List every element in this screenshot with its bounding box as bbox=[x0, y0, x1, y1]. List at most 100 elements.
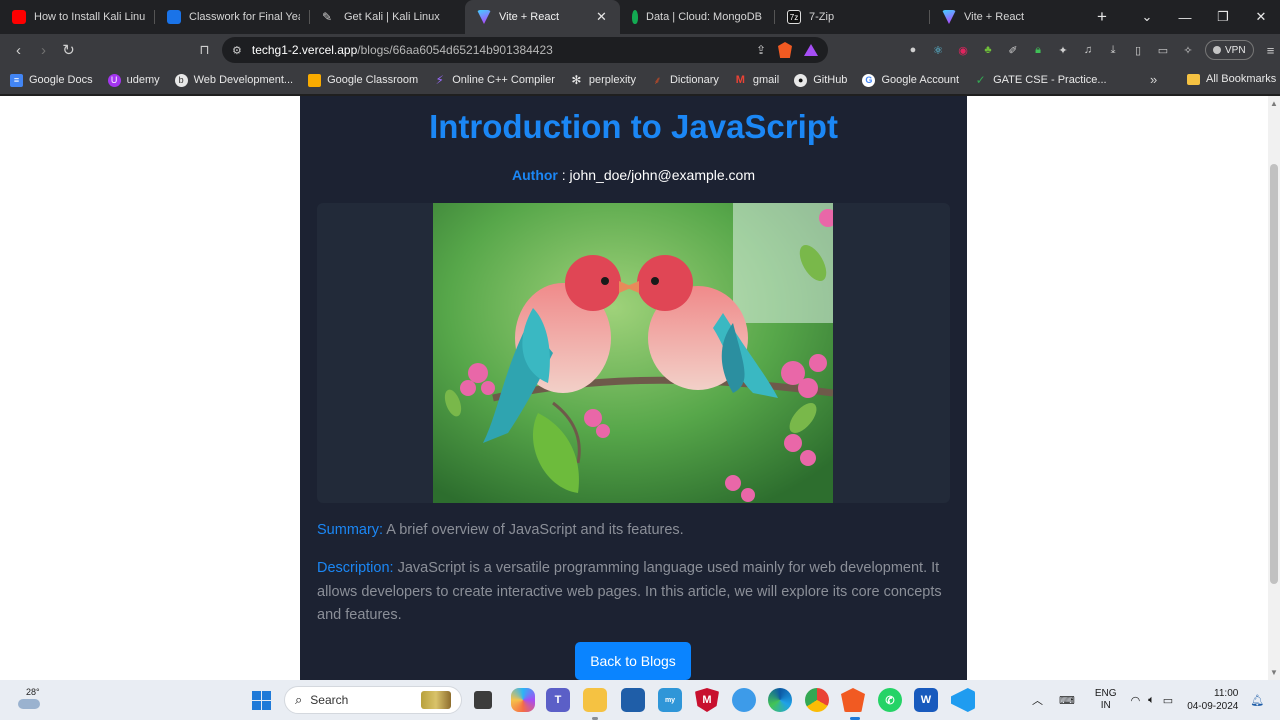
tab-vite-react-active[interactable]: Vite + React ✕ bbox=[465, 0, 620, 34]
tab-strip: How to Install Kali Linux in Classwork f… bbox=[0, 0, 1280, 34]
forward-icon[interactable]: › bbox=[31, 37, 56, 63]
bookmark-github[interactable]: ● GitHub bbox=[794, 73, 848, 87]
url-text[interactable]: techg1-2.vercel.app/blogs/66aa6054d65214… bbox=[252, 43, 553, 57]
tab-get-kali[interactable]: ✎ Get Kali | Kali Linux bbox=[310, 0, 465, 34]
7zip-icon: 7z bbox=[787, 10, 801, 24]
maximize-icon[interactable]: ❐ bbox=[1204, 9, 1242, 25]
brave-rewards-icon[interactable] bbox=[804, 44, 818, 56]
docs-icon: ≡ bbox=[10, 73, 23, 87]
close-icon[interactable]: ✕ bbox=[596, 9, 610, 25]
bookmark-google-account[interactable]: G Google Account bbox=[862, 73, 959, 87]
tab-kali-youtube[interactable]: How to Install Kali Linux in bbox=[0, 0, 155, 34]
vite-icon bbox=[942, 10, 956, 24]
reload-icon[interactable]: ↻ bbox=[56, 37, 81, 63]
bookmark-online-cpp-compiler[interactable]: ⚡︎ Online C++ Compiler bbox=[433, 73, 555, 87]
description-label: Description: bbox=[317, 560, 394, 576]
bookmark-label: Online C++ Compiler bbox=[452, 74, 555, 86]
keyboard-icon[interactable]: ⌨ bbox=[1059, 694, 1075, 707]
start-icon[interactable] bbox=[252, 691, 271, 710]
wallet-icon[interactable]: ▭ bbox=[1155, 42, 1171, 58]
wifi-icon[interactable]: ◠ bbox=[1131, 694, 1141, 707]
back-icon[interactable]: ‹ bbox=[6, 37, 31, 63]
site-info-icon[interactable]: ⚙ bbox=[232, 44, 242, 57]
bookmark-icon[interactable]: ⊓ bbox=[192, 37, 217, 63]
tab-7zip[interactable]: 7z 7-Zip bbox=[775, 0, 930, 34]
tab-mongodb[interactable]: Data | Cloud: MongoDB C bbox=[620, 0, 775, 34]
bookmark-google-classroom[interactable]: Google Classroom bbox=[308, 73, 418, 87]
minimize-icon[interactable]: — bbox=[1166, 10, 1204, 25]
page-scrollbar[interactable]: ▲ ▼ bbox=[1268, 96, 1280, 680]
clock[interactable]: 11:00 04-09-2024 bbox=[1187, 687, 1238, 713]
clock-date: 04-09-2024 bbox=[1187, 701, 1239, 712]
bookmark-dictionary[interactable]: ⸙ Dictionary bbox=[651, 74, 719, 87]
bookmark-web-development[interactable]: b Web Development... bbox=[174, 73, 293, 87]
taskbar-search[interactable]: ⌕ Search bbox=[284, 686, 462, 714]
tab-search-icon[interactable]: ⌄ bbox=[1128, 9, 1166, 25]
notification-bell-icon[interactable]: 🔔︎ bbox=[1250, 694, 1264, 707]
bookmark-udemy[interactable]: Uudemy bbox=[107, 73, 160, 87]
tree-extension-icon[interactable]: ♣ bbox=[980, 42, 996, 58]
task-view-icon[interactable] bbox=[474, 691, 492, 709]
tray-overflow-icon[interactable]: ︿ bbox=[1032, 692, 1043, 708]
music-icon[interactable]: ♫ bbox=[1080, 42, 1096, 58]
battery-icon[interactable]: ▭ bbox=[1163, 694, 1173, 707]
scroll-down-icon[interactable]: ▼ bbox=[1270, 668, 1278, 677]
all-bookmarks-button[interactable]: All Bookmarks bbox=[1187, 73, 1276, 85]
bookmark-label: GitHub bbox=[813, 74, 848, 86]
more-bookmarks-icon[interactable]: » bbox=[1150, 72, 1157, 87]
teams-icon[interactable]: T bbox=[546, 688, 570, 712]
new-tab-button[interactable]: + bbox=[1085, 0, 1119, 34]
post-image-frame bbox=[317, 203, 950, 503]
brave-shields-icon[interactable] bbox=[778, 42, 792, 58]
bookmark-gate-cse[interactable]: ✓ GATE CSE - Practice... bbox=[974, 73, 1107, 87]
volume-icon[interactable]: 🔈︎ bbox=[1148, 694, 1155, 707]
tab-title: How to Install Kali Linux in bbox=[34, 11, 145, 23]
share-icon[interactable]: ⇪ bbox=[756, 43, 766, 57]
whatsapp-icon[interactable]: ✆ bbox=[878, 688, 902, 712]
tab-classroom[interactable]: Classwork for Final Year C bbox=[155, 0, 310, 34]
scroll-thumb[interactable] bbox=[1270, 164, 1278, 584]
vpn-button[interactable]: VPN bbox=[1205, 40, 1254, 60]
classroom-icon bbox=[308, 73, 322, 87]
copilot-icon[interactable] bbox=[511, 688, 535, 712]
store-icon[interactable] bbox=[621, 688, 645, 712]
tab-vite-react[interactable]: Vite + React bbox=[930, 0, 1085, 34]
chrome-icon[interactable] bbox=[805, 688, 829, 712]
brave-icon[interactable] bbox=[841, 688, 865, 712]
sidebar-icon[interactable]: ▯ bbox=[1130, 42, 1146, 58]
weather-widget[interactable]: 28° bbox=[16, 685, 44, 715]
menu-icon[interactable]: ≡ bbox=[1263, 42, 1279, 58]
bookmark-google-docs[interactable]: ≡ Google Docs bbox=[10, 73, 93, 87]
vscode-icon[interactable] bbox=[951, 688, 975, 712]
mcafee-icon[interactable]: M bbox=[695, 688, 719, 712]
weather-app-icon[interactable] bbox=[732, 688, 756, 712]
scroll-up-icon[interactable]: ▲ bbox=[1270, 99, 1278, 108]
myasus-icon[interactable]: my bbox=[658, 688, 682, 712]
bookmark-perplexity[interactable]: ✻ perplexity bbox=[570, 73, 636, 87]
classroom-icon bbox=[167, 10, 181, 24]
leo-ai-icon[interactable]: ✧ bbox=[1180, 42, 1196, 58]
perplexity-icon: ✻ bbox=[571, 73, 582, 87]
react-devtools-icon[interactable]: ⚛ bbox=[930, 42, 946, 58]
url-path: /blogs/66aa6054d65214b901384423 bbox=[357, 43, 553, 57]
tab-title: Classwork for Final Year C bbox=[189, 11, 300, 23]
extension-1-icon[interactable]: ● bbox=[905, 42, 921, 58]
address-bar[interactable]: ⚙ techg1-2.vercel.app/blogs/66aa6054d652… bbox=[222, 37, 828, 63]
puzzle-icon[interactable]: ✦ bbox=[1055, 42, 1071, 58]
tab-title: Get Kali | Kali Linux bbox=[344, 11, 440, 23]
edge-icon[interactable] bbox=[768, 688, 792, 712]
bookmark-label: Google Docs bbox=[29, 74, 93, 86]
word-icon[interactable]: W bbox=[914, 688, 938, 712]
mongodb-icon bbox=[632, 10, 638, 24]
language-indicator[interactable]: ENG IN bbox=[1095, 688, 1117, 712]
download-icon[interactable]: ⤓ bbox=[1105, 42, 1121, 58]
bookmark-gmail[interactable]: Mgmail bbox=[734, 74, 779, 87]
close-window-icon[interactable]: ✕ bbox=[1242, 9, 1280, 25]
file-explorer-icon[interactable] bbox=[583, 688, 607, 712]
back-to-blogs-button[interactable]: Back to Blogs bbox=[575, 642, 691, 680]
compiler-icon: ⚡︎ bbox=[435, 73, 444, 87]
lock-extension-icon[interactable]: 🔒︎ bbox=[1030, 42, 1046, 58]
color-picker-icon[interactable]: ✐ bbox=[1005, 42, 1021, 58]
post-summary: Summary: A brief overview of JavaScript … bbox=[317, 522, 953, 538]
record-icon[interactable]: ◉ bbox=[955, 42, 971, 58]
